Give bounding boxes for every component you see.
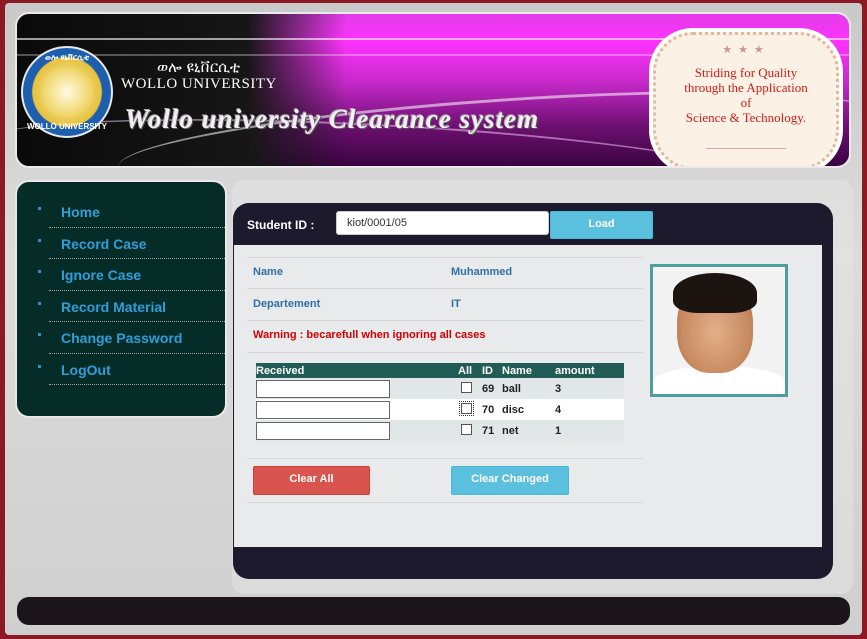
received-input[interactable] xyxy=(256,379,390,398)
sidebar-item-ignore-case[interactable]: Ignore Case xyxy=(38,259,225,291)
divider xyxy=(247,458,643,459)
bullet-icon xyxy=(38,238,41,242)
all-checkbox[interactable] xyxy=(461,381,472,393)
col-id: ID xyxy=(482,363,502,378)
divider xyxy=(247,257,643,258)
name-label: Name xyxy=(253,266,283,278)
logo-top-text: ወሎ ዩኒቨርሲቲ xyxy=(45,53,89,62)
motto-line: through the Application xyxy=(684,80,808,95)
table-row: 69 ball 3 xyxy=(256,378,624,399)
motto-line: Striding for Quality xyxy=(694,65,798,80)
sidebar-item-record-case[interactable]: Record Case xyxy=(38,228,225,259)
sidebar-item-label[interactable]: Record Material xyxy=(61,299,166,315)
clear-all-button[interactable]: Clear All xyxy=(253,466,370,495)
sidebar-nav: Home Record Case Ignore Case Record Mate… xyxy=(15,180,227,418)
table-row: 71 net 1 xyxy=(256,420,624,441)
bullet-icon xyxy=(38,301,41,305)
cell-amount: 1 xyxy=(555,420,624,441)
cell-amount: 4 xyxy=(555,399,624,420)
load-button[interactable]: Load xyxy=(550,211,653,239)
bullet-icon xyxy=(38,364,41,368)
sidebar-item-home[interactable]: Home xyxy=(38,196,225,228)
motto-line: of xyxy=(740,95,752,110)
student-photo xyxy=(650,264,788,397)
table-row: 70 disc 4 xyxy=(256,399,624,420)
cell-id: 69 xyxy=(482,378,502,399)
sidebar-item-label[interactable]: Ignore Case xyxy=(61,267,141,283)
cell-id: 70 xyxy=(482,399,502,420)
header-banner: ወሎ ዩኒቨርሲቲ WOLLO UNIVERSITY ወሎ ዩኒቨርሲቲ WOL… xyxy=(15,12,851,168)
bullet-icon xyxy=(38,333,41,336)
received-input[interactable] xyxy=(256,421,390,440)
sidebar-item-label[interactable]: Change Password xyxy=(61,330,182,346)
bullet-icon xyxy=(38,270,41,273)
photo-hair xyxy=(673,273,757,313)
divider xyxy=(247,502,643,503)
amharic-university-name: ወሎ ዩኒቨርሲቲ xyxy=(157,58,241,76)
motto-badge: ★★★ Striding for Quality through the App… xyxy=(653,32,839,166)
warning-message: Warning : becarefull when ignoring all c… xyxy=(253,329,486,341)
cell-amount: 3 xyxy=(555,378,624,399)
sidebar-item-record-material[interactable]: Record Material xyxy=(38,291,225,322)
sidebar-menu: Home Record Case Ignore Case Record Mate… xyxy=(17,182,225,385)
badge-stars: ★★★ xyxy=(722,44,770,56)
materials-table: Received All ID Name amount 69 ball 3 70… xyxy=(256,363,624,441)
cell-name: disc xyxy=(502,399,555,420)
divider xyxy=(247,288,643,289)
motto-text: Striding for Quality through the Applica… xyxy=(656,65,836,125)
divider xyxy=(247,352,643,353)
badge-rule xyxy=(706,148,786,149)
col-received: Received xyxy=(256,363,458,378)
sidebar-item-label[interactable]: Record Case xyxy=(61,236,147,252)
system-title: Wollo university Clearance system xyxy=(125,104,540,134)
name-value: Muhammed xyxy=(451,266,513,278)
logo-bottom-text: WOLLO UNIVERSITY xyxy=(27,122,107,131)
sidebar-item-label[interactable]: Home xyxy=(61,204,100,220)
cell-id: 71 xyxy=(482,420,502,441)
footer-bar xyxy=(17,597,850,625)
received-input[interactable] xyxy=(256,400,390,419)
all-checkbox[interactable] xyxy=(459,400,474,416)
department-value: IT xyxy=(451,298,461,310)
col-name: Name xyxy=(502,363,555,378)
all-checkbox[interactable] xyxy=(461,423,472,435)
bullet-icon xyxy=(38,207,41,210)
clear-changed-button[interactable]: Clear Changed xyxy=(451,466,569,495)
sidebar-item-logout[interactable]: LogOut xyxy=(38,354,225,385)
cell-name: ball xyxy=(502,378,555,399)
sidebar-item-label[interactable]: LogOut xyxy=(61,362,111,378)
col-all: All xyxy=(458,363,482,378)
table-header-row: Received All ID Name amount xyxy=(256,363,624,378)
logo-emblem xyxy=(39,64,95,120)
divider xyxy=(247,320,643,321)
university-name: WOLLO UNIVERSITY xyxy=(121,76,277,92)
student-id-label: Student ID : xyxy=(247,218,315,232)
cell-name: net xyxy=(502,420,555,441)
student-id-input[interactable] xyxy=(336,211,549,235)
col-amount: amount xyxy=(555,363,624,378)
department-label: Departement xyxy=(253,298,321,310)
university-logo: ወሎ ዩኒቨርሲቲ WOLLO UNIVERSITY xyxy=(21,46,113,138)
motto-line: Science & Technology. xyxy=(685,110,807,125)
sidebar-item-change-password[interactable]: Change Password xyxy=(38,322,225,354)
